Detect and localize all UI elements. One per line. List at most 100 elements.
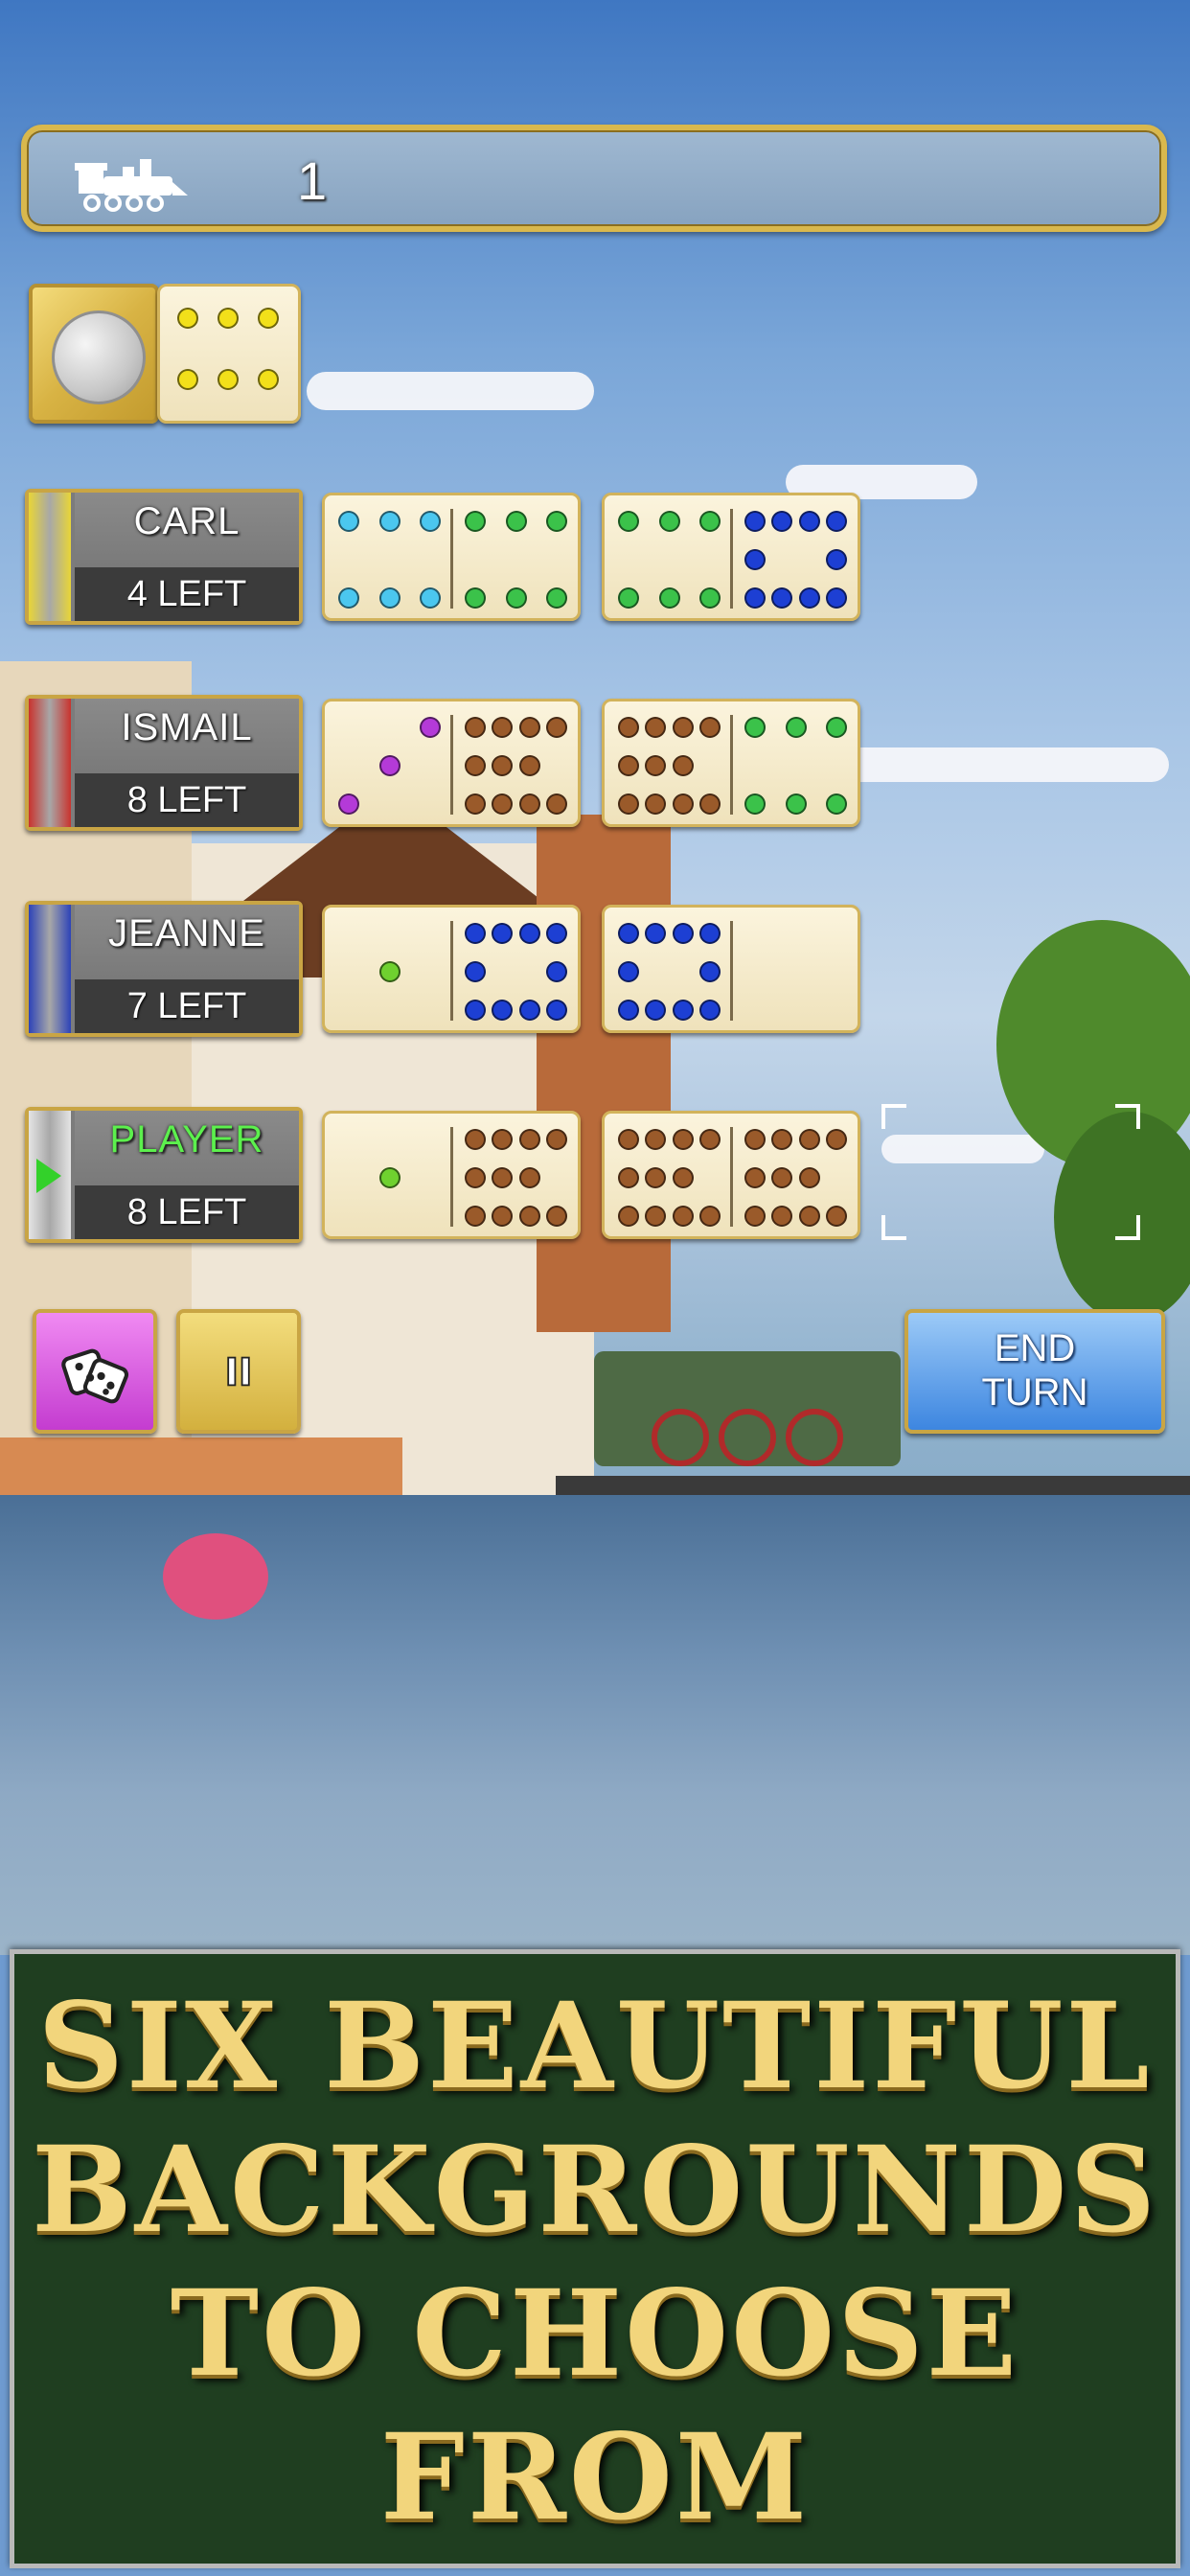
- domino-pip: [378, 961, 400, 982]
- tiles-left: 7 LEFT: [75, 979, 299, 1033]
- end-turn-button[interactable]: END TURN: [904, 1309, 1165, 1434]
- domino-pip: [826, 1206, 847, 1227]
- domino-pip: [744, 717, 766, 738]
- domino-pip: [505, 511, 527, 532]
- domino-pip: [518, 1000, 540, 1021]
- domino-pip: [518, 1167, 540, 1188]
- domino-pip: [744, 511, 766, 532]
- player-name: PLAYER: [109, 1118, 264, 1161]
- domino-pip: [465, 755, 486, 776]
- domino-pip: [546, 717, 567, 738]
- domino-left-half: [325, 908, 451, 1030]
- domino-pip: [826, 1129, 847, 1150]
- domino-right-half: [731, 495, 858, 618]
- player-name: JEANNE: [108, 912, 265, 954]
- domino-pip: [518, 923, 540, 944]
- player-plate-jeanne: JEANNE 7 LEFT: [25, 901, 303, 1037]
- domino-pip: [420, 511, 441, 532]
- domino-pip: [338, 794, 359, 815]
- domino-pip: [771, 1167, 793, 1188]
- domino-pip: [826, 549, 847, 570]
- domino-pip: [672, 717, 694, 738]
- player-color-tab: [29, 905, 71, 1033]
- domino-pip: [699, 587, 721, 609]
- domino-pip: [492, 1206, 514, 1227]
- domino-pip: [798, 587, 820, 609]
- domino-pip: [618, 1167, 639, 1188]
- domino-pip: [771, 1129, 793, 1150]
- domino-pip: [744, 1206, 766, 1227]
- domino-pip: [465, 1206, 486, 1227]
- domino-left-half: [605, 908, 731, 1030]
- domino-pip: [699, 961, 721, 982]
- domino-pip: [546, 961, 567, 982]
- domino-pip: [826, 794, 847, 815]
- domino-pip: [672, 1167, 694, 1188]
- domino-pip: [645, 755, 667, 776]
- domino-pip: [798, 1129, 820, 1150]
- domino-pip: [546, 1000, 567, 1021]
- domino-pip: [785, 794, 807, 815]
- pause-button[interactable]: [176, 1309, 301, 1434]
- domino-pip: [420, 717, 441, 738]
- domino-pip: [771, 511, 793, 532]
- domino-pip: [672, 794, 694, 815]
- domino-pip: [518, 1206, 540, 1227]
- domino-left-half: [325, 1114, 451, 1236]
- score-bar: 1: [21, 125, 1167, 232]
- domino-pip: [699, 794, 721, 815]
- domino-right-half: [731, 908, 858, 1030]
- domino-pip: [505, 587, 527, 609]
- domino-pip: [465, 961, 486, 982]
- domino-pip: [771, 587, 793, 609]
- nickel-coin-icon: [52, 310, 146, 404]
- domino-right-half: [451, 908, 578, 1030]
- domino-pip: [465, 794, 486, 815]
- domino-pip: [645, 1000, 667, 1021]
- domino-pip: [546, 1206, 567, 1227]
- domino-pip: [672, 1206, 694, 1227]
- domino-pip: [645, 923, 667, 944]
- domino-pip: [492, 923, 514, 944]
- domino-pip: [785, 717, 807, 738]
- promo-headline: SIX BEAUTIFUL BACKGROUNDS TO CHOOSE FROM: [31, 1977, 1158, 2547]
- dice-button[interactable]: [33, 1309, 157, 1434]
- player-color-tab: [29, 493, 71, 621]
- domino-pip: [465, 587, 486, 609]
- domino-pip: [492, 755, 514, 776]
- domino-pip: [465, 717, 486, 738]
- domino-pip: [465, 511, 486, 532]
- domino-left-half: [325, 495, 451, 618]
- domino-right-half: [731, 702, 858, 824]
- domino-pip: [771, 1206, 793, 1227]
- domino-left-half: [605, 702, 731, 824]
- play-target-marker[interactable]: [881, 1104, 1140, 1240]
- played-domino: [322, 699, 581, 827]
- domino-pip: [618, 794, 639, 815]
- player-plate-carl: CARL 4 LEFT: [25, 489, 303, 625]
- domino-pip: [518, 755, 540, 776]
- domino-pip: [618, 587, 639, 609]
- domino-pip: [492, 1000, 514, 1021]
- domino-pip: [645, 717, 667, 738]
- domino-pip: [420, 587, 441, 609]
- domino-pip: [645, 1206, 667, 1227]
- domino-pip: [492, 717, 514, 738]
- domino-pip: [744, 587, 766, 609]
- domino-pip: [744, 1129, 766, 1150]
- player-color-tab: [29, 699, 71, 827]
- domino-pip: [744, 794, 766, 815]
- played-domino[interactable]: [602, 1111, 860, 1239]
- domino-pip: [618, 717, 639, 738]
- domino-pip: [699, 923, 721, 944]
- tiles-left: 8 LEFT: [75, 1185, 299, 1239]
- train-score: 1: [297, 150, 328, 211]
- domino-right-half: [731, 1114, 858, 1236]
- end-turn-label: END TURN: [981, 1327, 1088, 1414]
- played-domino[interactable]: [322, 1111, 581, 1239]
- domino-pip: [492, 1129, 514, 1150]
- domino-pip: [217, 369, 239, 390]
- domino-pip: [744, 1167, 766, 1188]
- domino-left-half: [605, 495, 731, 618]
- domino-right-half: [451, 702, 578, 824]
